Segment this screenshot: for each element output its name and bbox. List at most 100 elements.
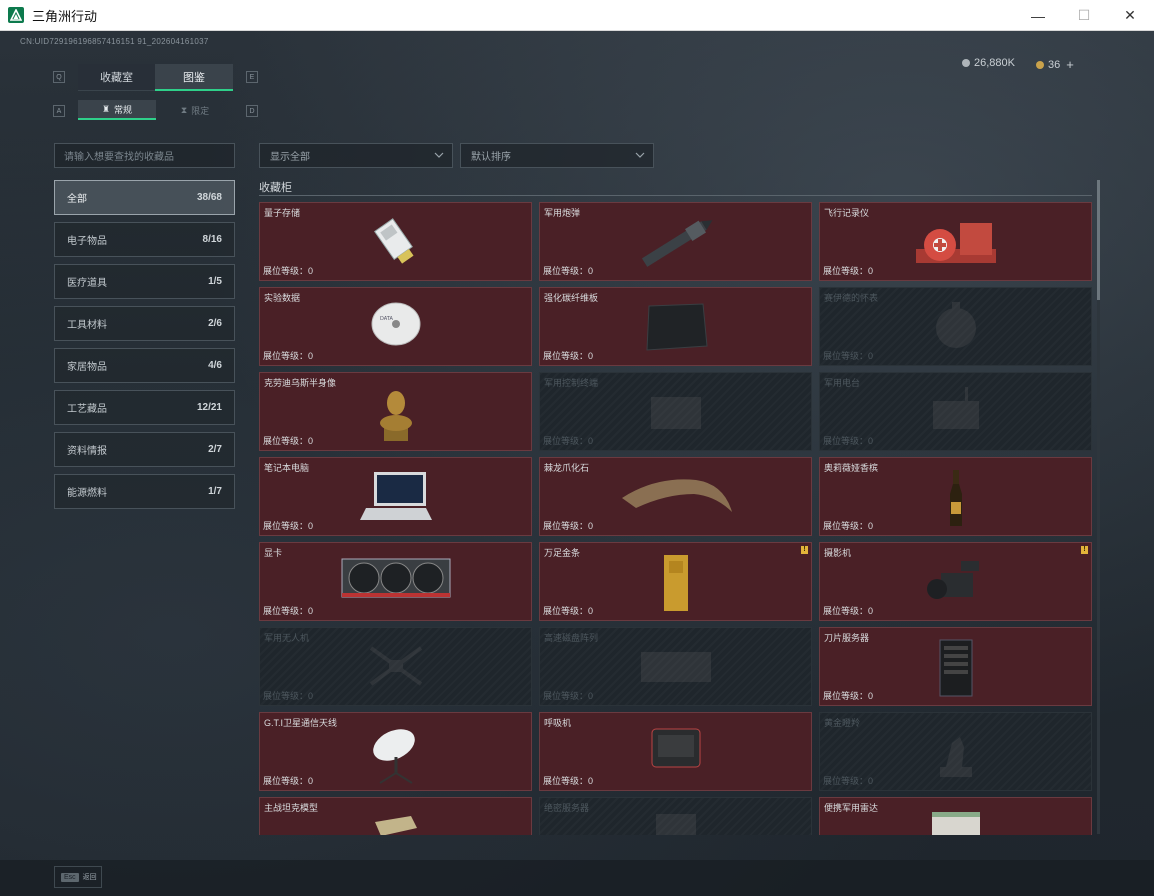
subtab-limited[interactable]: ⧗ 限定: [156, 100, 234, 120]
category-label: 资料情报: [67, 446, 107, 457]
collection-card[interactable]: 刀片服务器 展位等级：0: [819, 627, 1092, 706]
tab-collection-room[interactable]: 收藏室: [78, 64, 155, 91]
collection-card[interactable]: 军用无人机展位等级：0: [259, 627, 532, 706]
category-count: 8/16: [202, 234, 222, 245]
category-item[interactable]: 能源燃料 1/7: [54, 474, 235, 509]
ventilator-icon: [646, 723, 706, 778]
card-name: 便携军用雷达: [824, 803, 879, 813]
scrollbar-thumb[interactable]: [1097, 180, 1100, 300]
title-bar: 三角洲行动 — ☐ ✕: [0, 0, 1154, 31]
card-level: 展位等级：0: [823, 351, 874, 361]
close-icon[interactable]: ✕: [1107, 0, 1153, 31]
chevron-down-icon: [635, 152, 645, 158]
collection-card[interactable]: 赛伊德的怀表 展位等级：0: [819, 287, 1092, 366]
filter-dropdown[interactable]: 显示全部: [259, 143, 453, 168]
category-label: 工具材料: [67, 320, 107, 331]
collection-card[interactable]: 克劳迪乌斯半身像 展位等级：0: [259, 372, 532, 451]
sort-dropdown[interactable]: 默认排序: [460, 143, 654, 168]
maximize-icon[interactable]: ☐: [1061, 0, 1107, 31]
collection-card[interactable]: 量子存储展位等级：0: [259, 202, 532, 281]
card-level: 展位等级：0: [543, 351, 594, 361]
category-item[interactable]: 电子物品 8/16: [54, 222, 235, 257]
category-count: 38/68: [196, 192, 222, 203]
collection-card[interactable]: 军用电台 展位等级：0: [819, 372, 1092, 451]
category-item[interactable]: 家居物品 4/6: [54, 348, 235, 383]
card-name: 军用炮弹: [544, 208, 581, 218]
collection-card[interactable]: 笔记本电脑 展位等级：0: [259, 457, 532, 536]
minimize-icon[interactable]: —: [1015, 0, 1061, 31]
category-count: 12/21: [196, 402, 222, 413]
category-item[interactable]: 医疗道具 1/5: [54, 264, 235, 299]
collection-card[interactable]: 呼吸机 展位等级：0: [539, 712, 812, 791]
card-name: 笔记本电脑: [264, 463, 310, 473]
card-level: 展位等级：0: [263, 776, 314, 786]
collection-card[interactable]: 主战坦克模型: [259, 797, 532, 835]
card-level: 展位等级：0: [543, 436, 594, 446]
card-name: 显卡: [264, 548, 283, 558]
collection-card[interactable]: 摄影机 展位等级：0!: [819, 542, 1092, 621]
search-input[interactable]: 请输入想要查找的收藏品: [54, 143, 235, 168]
card-name: 强化碳纤维板: [544, 293, 599, 303]
card-name: 棘龙爪化石: [544, 463, 590, 473]
subtab-regular[interactable]: ♜ 常规: [78, 100, 156, 120]
collection-card[interactable]: 便携军用雷达: [819, 797, 1092, 835]
tab-catalog[interactable]: 图鉴: [155, 64, 233, 91]
collection-card[interactable]: 高速磁盘阵列 展位等级：0: [539, 627, 812, 706]
collection-card[interactable]: G.T.I卫星通信天线 展位等级：0: [259, 712, 532, 791]
collection-card[interactable]: DATA 实验数据 展位等级：0: [259, 287, 532, 366]
back-button[interactable]: Esc 返回: [54, 866, 102, 888]
collection-grid: 量子存储 展位等级：0 军用炮弹 展位等级：0 飞行记录仪 展位等级：0 DATA 实验数据展…: [259, 202, 1092, 835]
collection-card[interactable]: 飞行记录仪 展位等级：0: [819, 202, 1092, 281]
blade-server-icon: [934, 638, 978, 703]
card-name: 主战坦克模型: [264, 803, 319, 813]
add-currency-button[interactable]: +: [1066, 57, 1074, 72]
card-level: 展位等级：0: [823, 266, 874, 276]
gold-bar-icon: [661, 553, 691, 618]
trophy-icon: ♜: [101, 103, 111, 114]
category-label: 工艺藏品: [67, 404, 107, 415]
card-level: 展位等级：0: [263, 266, 314, 276]
category-item[interactable]: 工艺藏品 12/21: [54, 390, 235, 425]
warning-icon: !: [801, 546, 808, 554]
scrollbar[interactable]: [1097, 180, 1100, 834]
category-item[interactable]: 资料情报 2/7: [54, 432, 235, 467]
card-name: 军用电台: [824, 378, 861, 388]
champagne-icon: [944, 468, 968, 535]
graphics-card-icon: [338, 553, 454, 608]
flight-recorder-icon: [910, 213, 1002, 280]
hourglass-icon: ⧗: [180, 104, 188, 115]
card-name: 黄金瞪羚: [824, 718, 861, 728]
card-name: 绝密服务器: [544, 803, 590, 813]
warning-icon: !: [1081, 546, 1088, 554]
section-title: 收藏柜: [259, 182, 292, 194]
card-name: 刀片服务器: [824, 633, 870, 643]
category-item[interactable]: 全部 38/68: [54, 180, 235, 215]
collection-card[interactable]: 黄金瞪羚 展位等级：0: [819, 712, 1092, 791]
category-item[interactable]: 工具材料 2/6: [54, 306, 235, 341]
collection-card[interactable]: 绝密服务器: [539, 797, 812, 835]
collection-card[interactable]: 军用炮弹展位等级：0: [539, 202, 812, 281]
filter-dropdown-label: 显示全部: [270, 152, 310, 163]
collection-card[interactable]: 万足金条 展位等级：0!: [539, 542, 812, 621]
card-name: G.T.I卫星通信天线: [264, 718, 338, 728]
data-disc-icon: DATA: [368, 298, 424, 353]
category-count: 2/6: [208, 318, 222, 329]
key-hint-d: D: [246, 105, 258, 117]
card-name: 摄影机: [824, 548, 852, 558]
collection-card[interactable]: 强化碳纤维板 展位等级：0: [539, 287, 812, 366]
card-level: 展位等级：0: [543, 691, 594, 701]
collection-card[interactable]: 棘龙爪化石 展位等级：0: [539, 457, 812, 536]
collection-card[interactable]: 显卡 展位等级：0: [259, 542, 532, 621]
card-name: 军用无人机: [264, 633, 310, 643]
card-name: 量子存储: [264, 208, 301, 218]
disk-array-icon: [631, 638, 721, 699]
collection-card[interactable]: 军用控制终端 展位等级：0: [539, 372, 812, 451]
collection-card[interactable]: 奥莉薇娅香槟 展位等级：0: [819, 457, 1092, 536]
server-icon: [646, 808, 706, 835]
subtab-limited-label: 限定: [191, 105, 210, 116]
card-level: 展位等级：0: [263, 691, 314, 701]
laptop-icon: [358, 468, 434, 531]
pocket-watch-icon: [931, 298, 981, 359]
card-level: 展位等级：0: [543, 266, 594, 276]
category-label: 电子物品: [67, 236, 107, 247]
